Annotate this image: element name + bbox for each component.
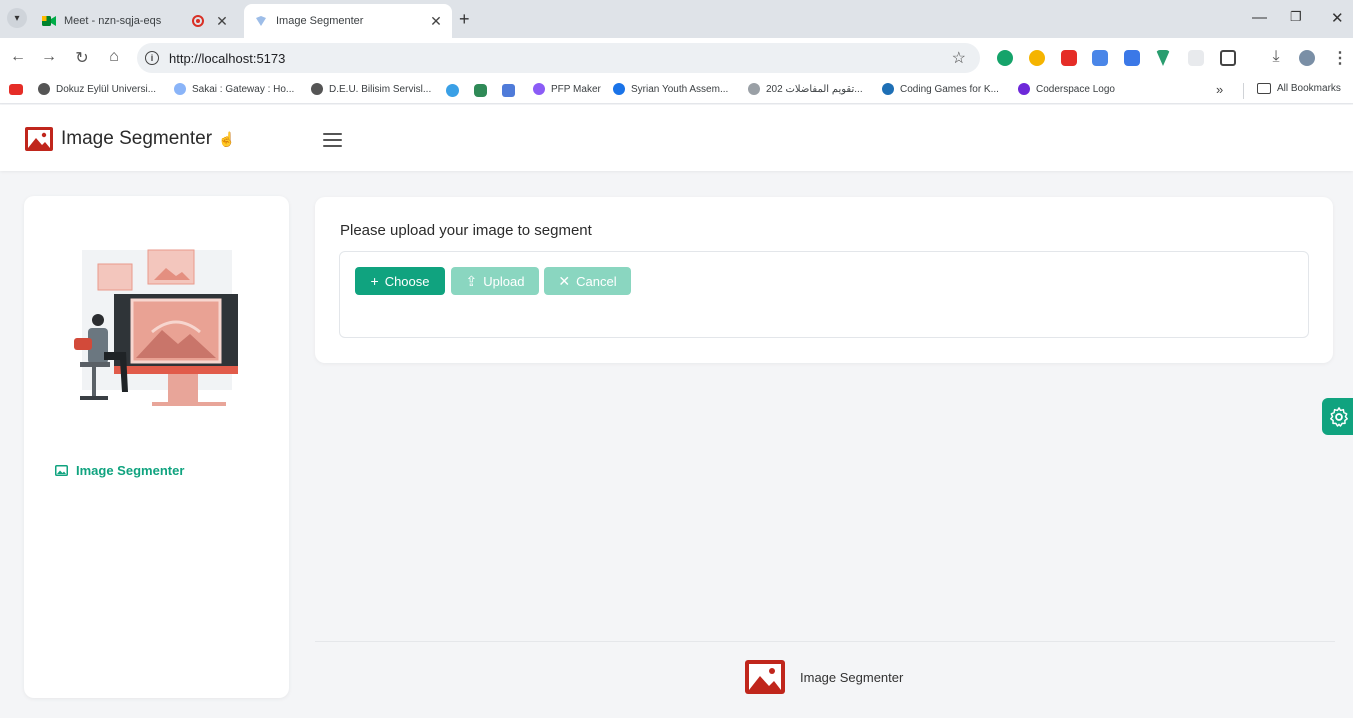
footer-logo-icon bbox=[745, 660, 785, 694]
folder-icon bbox=[1257, 83, 1271, 94]
browser-toolbar: ← → ↻ ⌂ i http://localhost:5173 ☆ ⤓ ⋮ bbox=[0, 38, 1353, 78]
close-icon: ✕ bbox=[558, 272, 571, 289]
grammarly-icon[interactable] bbox=[997, 50, 1013, 66]
extension-placeholder-icon[interactable] bbox=[1188, 50, 1204, 66]
shield-bookmark-icon[interactable] bbox=[446, 84, 459, 97]
bookmark-item[interactable]: PFP Maker bbox=[533, 83, 601, 95]
upload-icon: ⇪ bbox=[465, 272, 478, 289]
sidebar: Image Segmenter bbox=[24, 196, 289, 698]
reload-icon[interactable]: ↻ bbox=[72, 48, 92, 68]
g-icon bbox=[613, 83, 625, 95]
bookmark-star-icon[interactable]: ☆ bbox=[952, 48, 966, 68]
bookmark-item[interactable]: تقويم المفاضلات 202... bbox=[748, 83, 863, 95]
image-logo-icon bbox=[25, 127, 53, 151]
emoji-extension-icon[interactable] bbox=[1029, 50, 1045, 66]
sidebar-item-image-segmenter[interactable]: Image Segmenter bbox=[55, 463, 184, 478]
footer-divider bbox=[315, 641, 1335, 642]
home-icon[interactable]: ⌂ bbox=[104, 48, 124, 66]
app-title[interactable]: Image Segmenter bbox=[61, 128, 212, 150]
bookmark-item[interactable]: D.E.U. Bilisim Servisl... bbox=[311, 83, 431, 95]
address-bar[interactable]: i http://localhost:5173 ☆ bbox=[137, 43, 980, 73]
youtube-bookmark-icon[interactable] bbox=[9, 84, 23, 95]
tab-strip: ▾ Meet - nzn-sqja-eqs ✕ Image Segmenter … bbox=[0, 0, 1353, 38]
coding-icon bbox=[882, 83, 894, 95]
close-icon[interactable]: ✕ bbox=[428, 13, 444, 30]
globe-icon bbox=[311, 83, 323, 95]
bookmark-item[interactable]: Coderspace Logo bbox=[1018, 83, 1115, 95]
cancel-button[interactable]: ✕ Cancel bbox=[544, 267, 631, 295]
person-at-monitor-illustration bbox=[74, 249, 238, 406]
close-window-icon[interactable]: ✕ bbox=[1331, 9, 1344, 27]
tab-meet[interactable]: Meet - nzn-sqja-eqs ✕ bbox=[34, 4, 238, 38]
gear-icon bbox=[1330, 406, 1348, 427]
profile-avatar-icon[interactable] bbox=[1299, 50, 1315, 66]
divider bbox=[1243, 83, 1244, 99]
all-bookmarks-button[interactable]: All Bookmarks bbox=[1257, 83, 1341, 94]
download-icon[interactable]: ⤓ bbox=[1266, 48, 1286, 66]
dictionary-extension-icon[interactable] bbox=[1124, 50, 1140, 66]
settings-button[interactable] bbox=[1322, 398, 1353, 435]
coderspace-icon bbox=[1018, 83, 1030, 95]
translate-extension-icon[interactable] bbox=[1092, 50, 1108, 66]
new-tab-button[interactable]: + bbox=[459, 9, 470, 30]
upload-title: Please upload your image to segment bbox=[340, 222, 592, 239]
tab-title: Image Segmenter bbox=[276, 15, 364, 27]
hamburger-menu-icon[interactable] bbox=[323, 133, 342, 147]
bookmarks-bar: Dokuz Eylül Universi... Sakai : Gateway … bbox=[0, 78, 1353, 104]
minimize-icon[interactable]: — bbox=[1252, 9, 1267, 26]
footer-label: Image Segmenter bbox=[800, 670, 904, 685]
bookmark-item[interactable]: Syrian Youth Assem... bbox=[613, 83, 728, 95]
sidebar-item-label: Image Segmenter bbox=[76, 463, 185, 478]
ts-bookmark-icon[interactable] bbox=[502, 84, 515, 97]
crest-bookmark-icon[interactable] bbox=[474, 84, 487, 97]
globe-icon bbox=[38, 83, 50, 95]
tab-image-segmenter[interactable]: Image Segmenter ✕ bbox=[244, 4, 452, 38]
site-info-icon[interactable]: i bbox=[145, 51, 159, 65]
choose-button[interactable]: + Choose bbox=[355, 267, 445, 295]
restore-icon[interactable]: ❐ bbox=[1290, 9, 1302, 25]
vite-icon bbox=[254, 14, 268, 28]
image-icon bbox=[55, 465, 68, 476]
pfp-icon bbox=[533, 83, 545, 95]
bookmark-item[interactable]: Sakai : Gateway : Ho... bbox=[174, 83, 294, 95]
bookmark-item[interactable]: Coding Games for K... bbox=[882, 83, 999, 95]
more-bookmarks-icon[interactable]: » bbox=[1216, 82, 1223, 97]
tab-title: Meet - nzn-sqja-eqs bbox=[64, 15, 162, 27]
hand-cursor-icon: ☝ bbox=[218, 131, 236, 147]
calendar-icon bbox=[748, 83, 760, 95]
recording-icon bbox=[192, 15, 204, 27]
browser-menu-icon[interactable]: ⋮ bbox=[1330, 48, 1350, 68]
meet-icon bbox=[42, 14, 56, 28]
back-icon[interactable]: ← bbox=[8, 48, 28, 66]
plus-icon: + bbox=[370, 273, 379, 289]
file-upload-area[interactable]: + Choose ⇪ Upload ✕ Cancel bbox=[339, 251, 1309, 338]
upload-card: Please upload your image to segment + Ch… bbox=[315, 197, 1333, 363]
bookmark-item[interactable]: Dokuz Eylül Universi... bbox=[38, 83, 156, 95]
close-icon[interactable]: ✕ bbox=[214, 13, 230, 30]
app-header: Image Segmenter bbox=[0, 105, 1353, 171]
extensions-puzzle-icon[interactable] bbox=[1220, 50, 1236, 66]
upload-button[interactable]: ⇪ Upload bbox=[451, 267, 539, 295]
url-text[interactable]: http://localhost:5173 bbox=[169, 51, 952, 66]
sakai-icon bbox=[174, 83, 186, 95]
forward-icon[interactable]: → bbox=[39, 48, 59, 66]
vue-devtools-icon[interactable] bbox=[1156, 50, 1170, 66]
tab-search-button[interactable]: ▾ bbox=[7, 8, 27, 28]
youtube-extension-icon[interactable] bbox=[1061, 50, 1077, 66]
